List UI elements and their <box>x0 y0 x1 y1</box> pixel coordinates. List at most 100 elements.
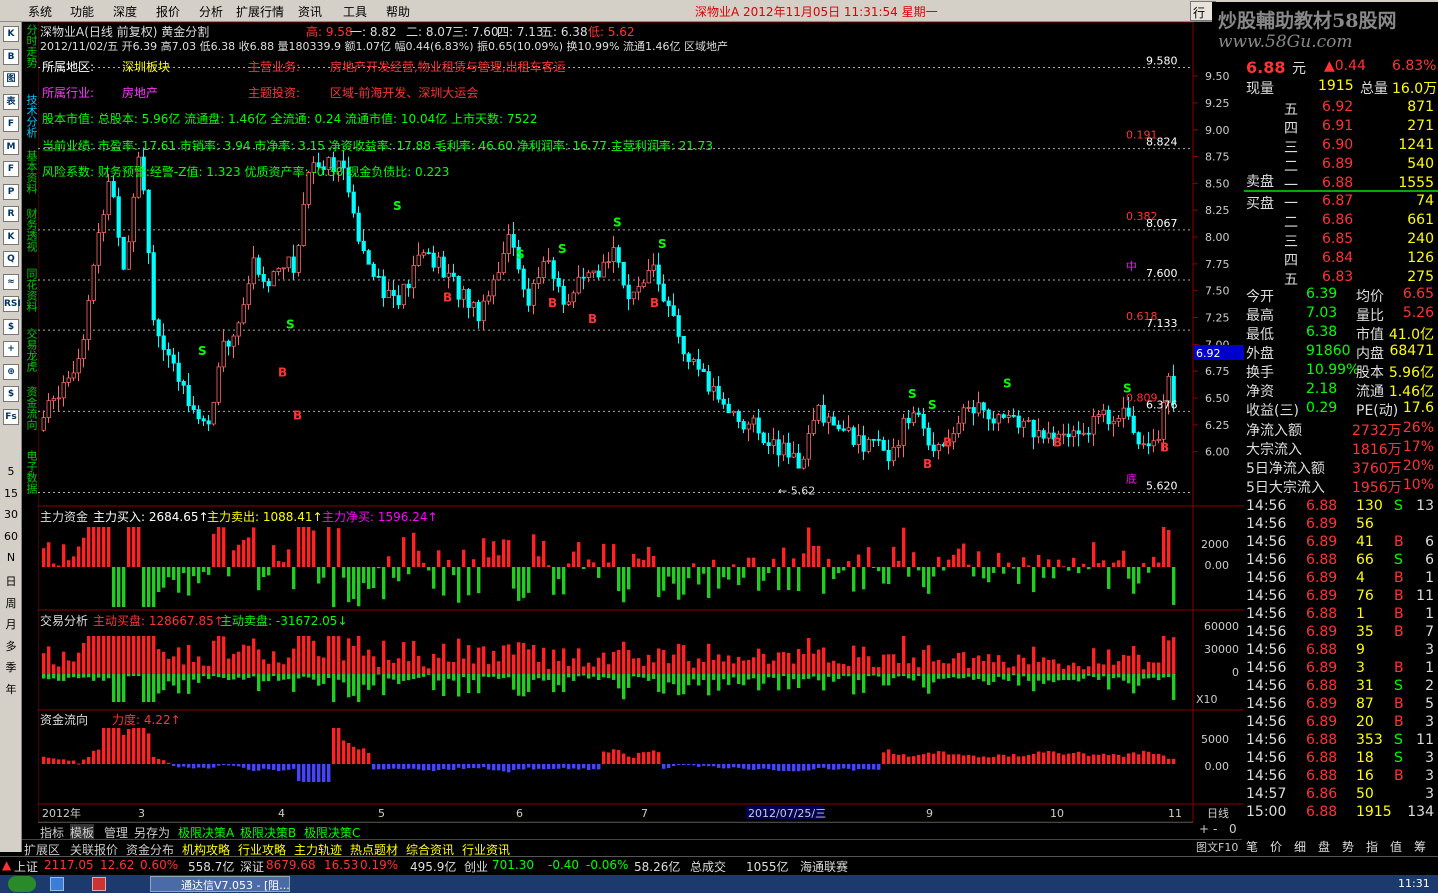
candle-body <box>471 301 476 308</box>
toolbar-icon-15[interactable]: ⊕ <box>3 363 19 380</box>
candle-body <box>1026 419 1031 422</box>
toolbar-icon-9[interactable]: K <box>3 228 19 245</box>
side-tab-5[interactable]: 交易龙虎 <box>24 328 38 372</box>
f10-button[interactable]: 图文F10 <box>1196 839 1244 856</box>
side-tab-4[interactable]: 同花资料 <box>24 268 38 312</box>
toolbar-icon-3[interactable]: 表 <box>3 93 19 110</box>
toolbar-icon-11[interactable]: ≈ <box>3 273 19 290</box>
menu-news[interactable]: 资讯 <box>298 3 322 20</box>
ind2-bar <box>117 674 121 702</box>
toolbar-icon-1[interactable]: B <box>3 48 19 65</box>
period-3[interactable]: 60 <box>0 530 22 543</box>
ind1-bar <box>712 559 716 567</box>
ind2-tick: 0 <box>1232 666 1239 679</box>
period-1[interactable]: 15 <box>0 487 22 500</box>
period-6[interactable]: 周 <box>0 595 22 611</box>
quote-tab-6[interactable]: 值 <box>1390 838 1402 855</box>
menu-help[interactable]: 帮助 <box>386 3 410 20</box>
toolbar-icon-4[interactable]: F <box>3 116 19 132</box>
ind3-bar <box>882 752 886 764</box>
toolbar-icon-14[interactable]: + <box>3 341 19 357</box>
ind1-bar <box>367 567 371 589</box>
quote-tab-7[interactable]: 筹 <box>1414 838 1426 855</box>
broker-name[interactable]: 海通联赛 <box>800 858 848 875</box>
side-tab-6[interactable]: 资金流向 <box>24 386 38 430</box>
menu-quote[interactable]: 报价 <box>156 3 180 20</box>
app-quick-icon[interactable] <box>92 877 106 891</box>
menu-analysis[interactable]: 分析 <box>199 3 223 20</box>
toolbar-icon-16[interactable]: $ <box>3 386 19 402</box>
toolbar-icon-6[interactable]: F <box>3 161 19 177</box>
ind2-bar <box>1157 674 1161 681</box>
menu-system[interactable]: 系统 <box>28 3 52 20</box>
period-5[interactable]: 日 <box>0 573 22 589</box>
ind3-bar <box>932 753 936 764</box>
side-tab-3[interactable]: 财务透视 <box>24 208 38 252</box>
zoom-out-button[interactable]: - <box>1213 822 1217 836</box>
toolbar-icon-2[interactable]: 图 <box>3 71 19 87</box>
cy-percent: -0.06% <box>586 858 629 872</box>
ind3-bar <box>372 764 376 770</box>
period-4[interactable]: N <box>0 551 22 564</box>
ind1-bar <box>392 567 396 578</box>
candle-body <box>566 301 571 305</box>
toolbar-icon-17[interactable]: Fs <box>3 408 19 425</box>
ind2-bar <box>887 654 891 674</box>
period-7[interactable]: 月 <box>0 616 22 632</box>
quote-tab-5[interactable]: 指 <box>1366 838 1378 855</box>
ind2-bar <box>972 674 976 680</box>
ind3-bar <box>1022 756 1026 764</box>
ind2-bar <box>157 674 161 694</box>
candle-body <box>1101 409 1106 416</box>
menu-function[interactable]: 功能 <box>70 3 94 20</box>
toolbar-icon-0[interactable]: K <box>3 26 19 42</box>
taskbar-app-button[interactable]: 通达信V7.053 - [阻... <box>150 876 290 892</box>
period-9[interactable]: 季 <box>0 659 22 675</box>
zoom-in-button[interactable]: + <box>1199 822 1209 836</box>
bid-volume: 275 <box>1407 269 1434 285</box>
side-tab-2[interactable]: 基本资料 <box>24 150 38 194</box>
ind3-bar <box>322 764 326 782</box>
zoom-reset-button[interactable]: 0 <box>1229 822 1237 836</box>
toolbar-icon-12[interactable]: RSI <box>3 296 21 312</box>
ind3-bar <box>1127 753 1131 764</box>
quote-tab-3[interactable]: 盘 <box>1318 838 1330 855</box>
sell-label: 卖盘 <box>1246 174 1274 190</box>
tick-row: 15:00 6.88 1915 134 <box>1244 804 1438 823</box>
flow-amount: 1816万 <box>1352 442 1402 458</box>
ind1-bar <box>502 539 506 567</box>
side-tab-0[interactable]: 分时走势 <box>24 24 38 68</box>
side-tab-7[interactable]: 电子数据 <box>24 450 38 494</box>
period-0[interactable]: 5 <box>0 465 22 478</box>
start-button[interactable] <box>8 876 36 892</box>
period-10[interactable]: 年 <box>0 681 22 697</box>
menu-tools[interactable]: 工具 <box>343 3 367 20</box>
menu-ext-quote[interactable]: 扩展行情 <box>236 3 284 20</box>
candle-body <box>931 444 936 452</box>
buy-signal: B <box>588 312 597 326</box>
quote-tab-2[interactable]: 细 <box>1294 838 1306 855</box>
ind3-bar <box>1132 752 1136 764</box>
ind2-bar <box>882 654 886 674</box>
ind3-bar <box>607 752 611 764</box>
toolbar-icon-7[interactable]: P <box>3 183 19 200</box>
tick-count: 3 <box>1425 750 1434 766</box>
toolbar-icon-10[interactable]: Q <box>3 251 19 267</box>
period-2[interactable]: 30 <box>0 508 22 521</box>
stat-label: PE(动) <box>1356 403 1399 419</box>
quote-tab-1[interactable]: 价 <box>1270 838 1282 855</box>
menu-depth[interactable]: 深度 <box>113 3 137 20</box>
ind1-bar <box>572 551 576 567</box>
toolbar-icon-8[interactable]: R <box>3 206 19 222</box>
quote-tab-4[interactable]: 势 <box>1342 838 1354 855</box>
quote-tab-0[interactable]: 笔 <box>1246 838 1258 855</box>
ind1-bar <box>752 557 756 567</box>
period-8[interactable]: 多 <box>0 638 22 654</box>
candle-body <box>666 300 671 307</box>
toolbar-icon-13[interactable]: $ <box>3 318 19 335</box>
side-tab-1[interactable]: 技术分析 <box>24 94 38 138</box>
toolbar-icon-5[interactable]: M <box>3 138 19 155</box>
ind2-bar <box>742 660 746 674</box>
ind1-bar <box>352 567 356 599</box>
ie-icon[interactable] <box>50 877 64 891</box>
